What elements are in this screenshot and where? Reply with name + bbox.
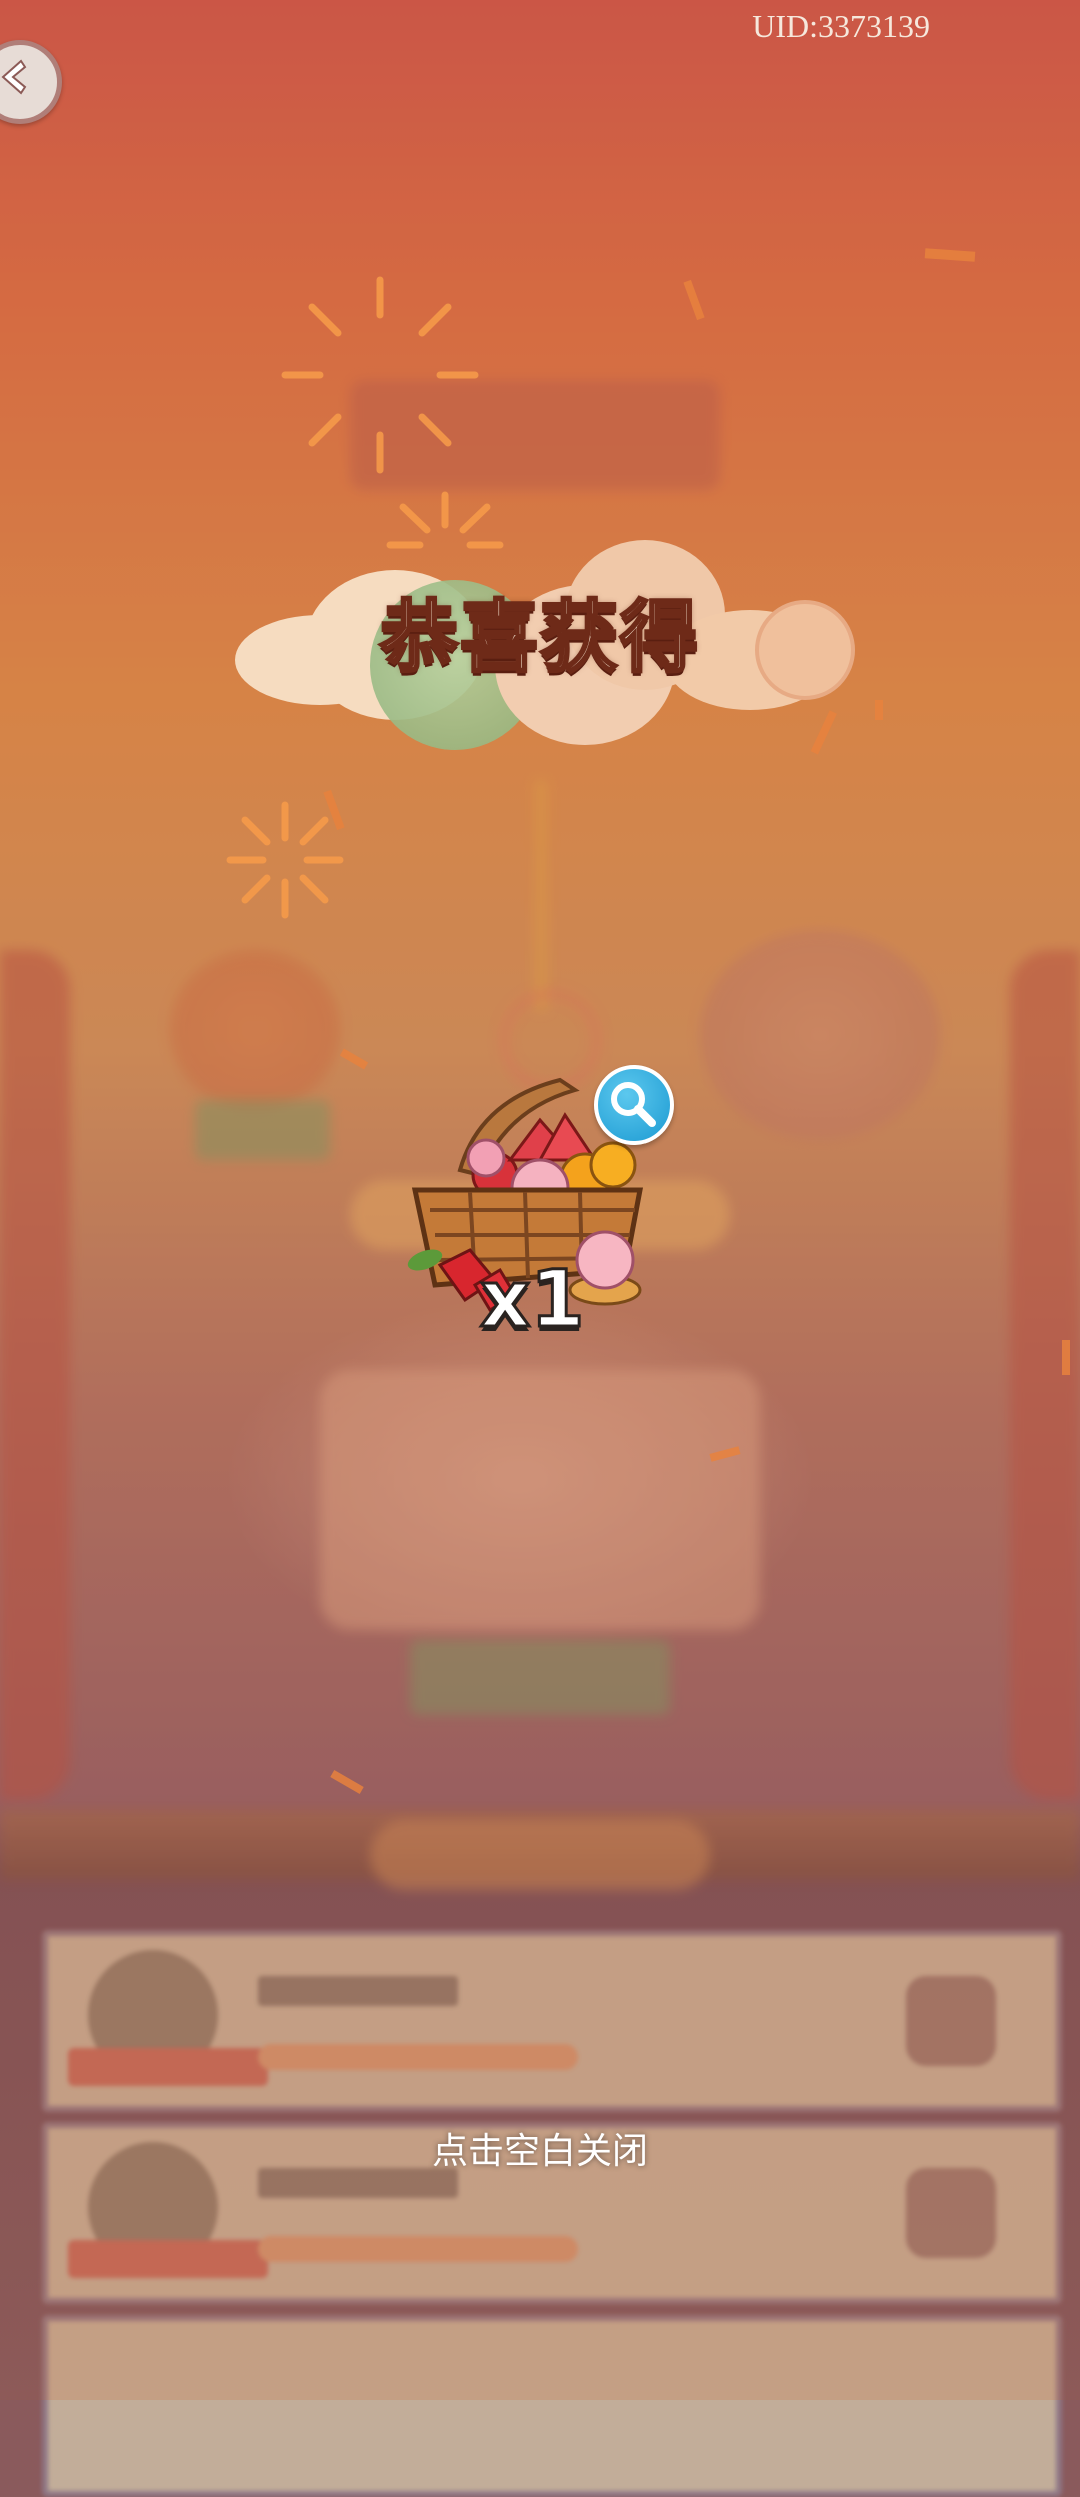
preview-button[interactable] [594,1065,674,1145]
fireworks-effect [226,248,1070,1794]
tap-to-close-hint[interactable]: 点击空白关闭 [0,2122,1080,2174]
magnifier-icon [611,1082,656,1127]
reward-title: 恭喜获得 [378,591,700,685]
reward-quantity: x1 [479,1254,587,1347]
